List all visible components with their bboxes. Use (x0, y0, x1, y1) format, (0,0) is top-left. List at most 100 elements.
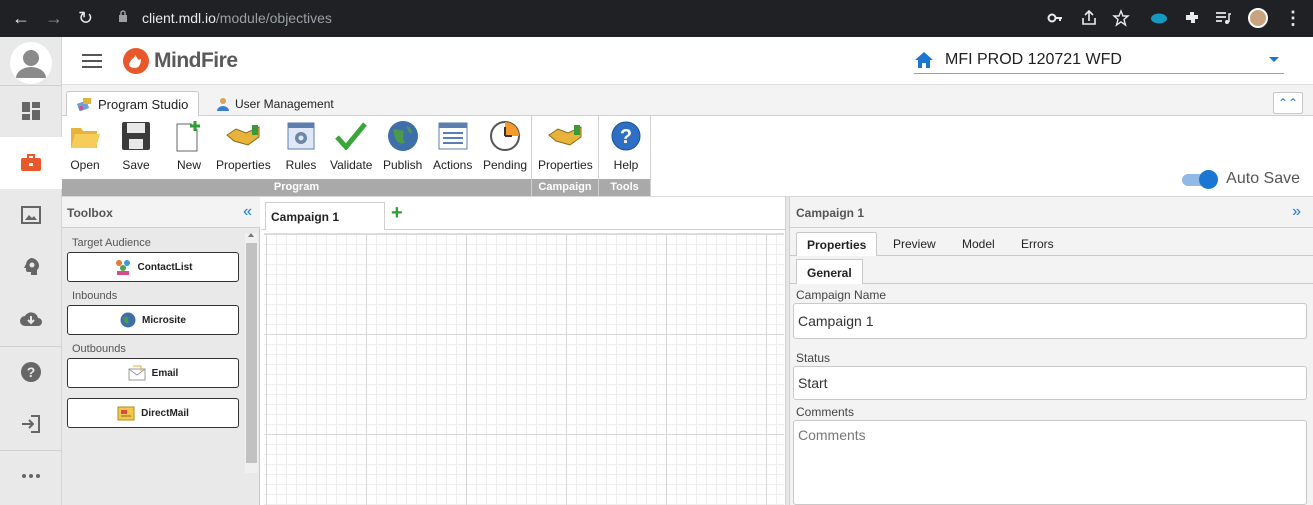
properties-panel: Campaign 1 » Properties Preview Model Er… (790, 197, 1313, 505)
toolbox-title: Toolbox (67, 206, 113, 220)
dashboard-icon[interactable] (0, 85, 62, 137)
browser-toolbar: ← → ↻ client.mdl.io/module/objectives ⋮ (0, 0, 1313, 37)
user-avatar-icon[interactable] (10, 42, 52, 84)
rules-button[interactable]: Rules (284, 118, 318, 176)
ribbon-group-tools: Tools (599, 179, 650, 196)
org-selector[interactable]: MFI PROD 120721 WFD (914, 48, 1284, 74)
star-icon[interactable] (1112, 9, 1130, 27)
program-studio-icon (77, 98, 91, 111)
toolbox-item-contactlist[interactable]: ContactList (67, 252, 239, 282)
campaign-properties-button[interactable]: Properties (538, 118, 593, 176)
new-button[interactable]: New (172, 118, 206, 176)
globe-icon (120, 312, 136, 328)
reload-icon[interactable]: ↻ (78, 9, 93, 27)
contact-list-icon (115, 260, 130, 275)
image-gallery-icon[interactable] (0, 189, 62, 241)
help-circle-icon: ? (611, 121, 641, 151)
app-header: MindFire MFI PROD 120721 WFD (62, 37, 1313, 85)
tab-program-studio[interactable]: Program Studio (66, 91, 200, 116)
handshake-icon (226, 125, 260, 146)
toolbox-item-email[interactable]: Email (67, 358, 239, 388)
campaign-name-label: Campaign Name (796, 288, 887, 302)
mindfire-flame-icon (123, 48, 149, 74)
org-name: MFI PROD 120721 WFD (945, 51, 1122, 68)
address-url: client.mdl.io/module/objectives (142, 10, 332, 26)
media-queue-icon[interactable] (1214, 9, 1232, 27)
tab-preview[interactable]: Preview (883, 232, 946, 256)
tab-properties[interactable]: Properties (796, 232, 878, 256)
rules-gear-icon (287, 122, 315, 150)
autosave-toggle[interactable] (1182, 170, 1219, 189)
tab-general[interactable]: General (796, 259, 863, 284)
program-properties-button[interactable]: Properties (216, 118, 271, 176)
tab-campaign-1[interactable]: Campaign 1 (265, 202, 385, 230)
forward-icon[interactable]: → (45, 9, 63, 27)
help-icon[interactable]: ? (0, 346, 62, 398)
briefcase-icon[interactable] (0, 137, 62, 189)
new-document-icon (176, 121, 200, 152)
properties-tabs: Properties Preview Model Errors (790, 230, 1313, 256)
collapse-right-icon[interactable]: » (1292, 203, 1301, 221)
status-label: Status (796, 351, 831, 365)
svg-text:?: ? (620, 126, 632, 148)
panel-title: Campaign 1 (796, 206, 865, 220)
autosave-control[interactable]: Auto Save (1182, 170, 1300, 189)
toolbox-panel: Toolbox « Target Audience ContactList In… (62, 197, 260, 505)
section-inbounds: Inbounds (72, 290, 118, 302)
email-envelope-icon (128, 365, 146, 381)
brain-icon[interactable] (0, 241, 62, 293)
mindfire-logo[interactable]: MindFire (122, 46, 238, 76)
save-button[interactable]: Save (119, 118, 153, 176)
folder-open-icon (71, 128, 100, 148)
tab-errors[interactable]: Errors (1011, 232, 1064, 256)
canvas-grid[interactable] (264, 233, 784, 505)
chevron-down-icon (1269, 57, 1279, 62)
logout-icon[interactable] (0, 398, 62, 450)
extensions-puzzle-icon[interactable] (1183, 9, 1201, 27)
module-tabs: Program Studio User Management ⌃⌃ (62, 85, 1313, 116)
ribbon-group-program: Program (62, 179, 531, 196)
collapse-ribbon-button[interactable]: ⌃⌃ (1273, 92, 1303, 114)
logo-text: MindFire (154, 49, 238, 72)
cloud-download-icon[interactable] (0, 293, 62, 345)
hamburger-menu-icon[interactable] (82, 54, 102, 68)
campaign-name-input[interactable]: Campaign 1 (793, 303, 1307, 339)
profile-avatar[interactable] (1248, 8, 1268, 28)
back-icon[interactable]: ← (12, 9, 30, 27)
handshake-icon (548, 125, 582, 146)
globe-icon (387, 121, 418, 151)
home-icon (915, 52, 933, 68)
status-input[interactable]: Start (793, 366, 1307, 400)
user-icon (217, 97, 229, 111)
section-outbounds: Outbounds (72, 343, 126, 355)
tab-model[interactable]: Model (952, 232, 1005, 256)
publish-button[interactable]: Publish (383, 118, 422, 176)
comments-label: Comments (796, 405, 855, 419)
help-button[interactable]: ? Help (609, 118, 643, 176)
toolbox-item-directmail[interactable]: DirectMail (67, 398, 239, 428)
actions-button[interactable]: Actions (433, 118, 472, 176)
salesforce-extension-icon[interactable] (1150, 9, 1168, 27)
ribbon-toolbar: Open Save New Properties Rules Validate … (62, 116, 1313, 197)
direct-mail-icon (117, 406, 135, 421)
more-icon[interactable] (0, 450, 62, 502)
clock-icon (490, 121, 521, 151)
pending-button[interactable]: Pending (483, 118, 527, 176)
actions-list-icon (438, 122, 468, 150)
add-campaign-icon[interactable]: + (391, 203, 403, 223)
open-button[interactable]: Open (68, 118, 102, 176)
design-canvas: Campaign 1 + (261, 197, 785, 505)
tab-user-management[interactable]: User Management (206, 91, 344, 116)
canvas-tabs: Campaign 1 + (261, 197, 785, 230)
share-icon[interactable] (1080, 9, 1098, 27)
toolbox-item-microsite[interactable]: Microsite (67, 305, 239, 335)
autosave-label: Auto Save (1226, 170, 1300, 187)
key-icon[interactable] (1046, 9, 1064, 27)
section-target-audience: Target Audience (72, 237, 151, 249)
ribbon-group-campaign: Campaign (532, 179, 598, 196)
toolbox-scrollbar[interactable] (245, 233, 258, 473)
validate-button[interactable]: Validate (330, 118, 372, 176)
comments-textarea[interactable]: Comments (793, 420, 1307, 505)
menu-kebab-icon[interactable]: ⋮ (1284, 9, 1302, 27)
collapse-left-icon[interactable]: « (243, 203, 252, 221)
